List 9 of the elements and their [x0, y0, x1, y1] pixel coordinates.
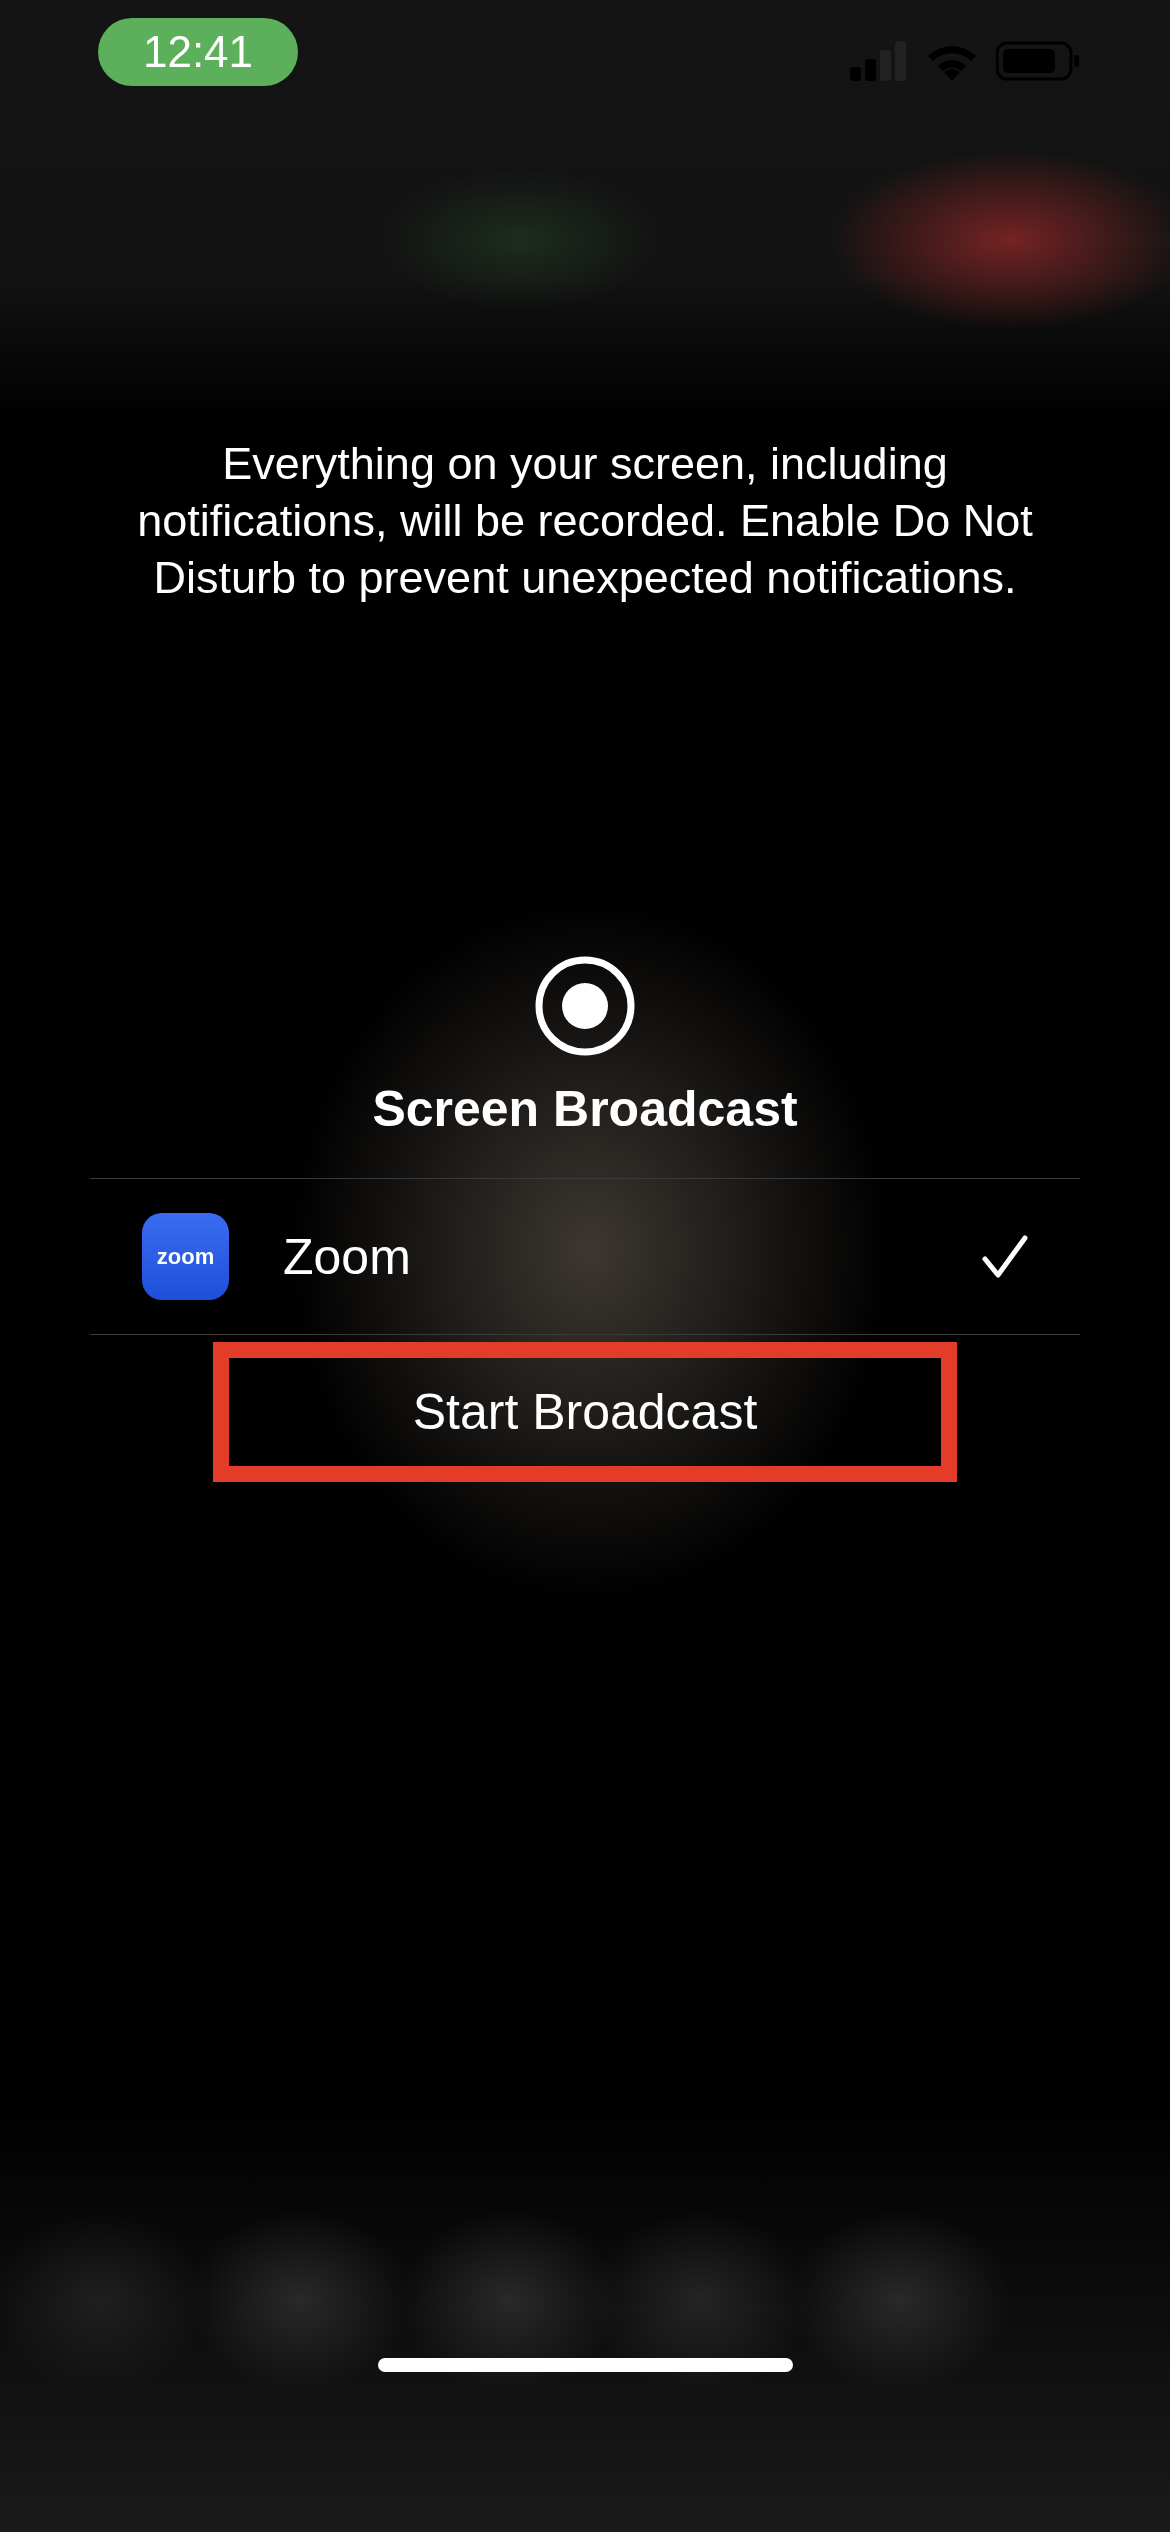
app-option[interactable]: zoom Zoom [90, 1179, 1080, 1334]
time-pill: 12:41 [98, 18, 298, 86]
record-icon [535, 956, 635, 1056]
app-icon: zoom [142, 1213, 229, 1300]
start-broadcast-button[interactable]: Start Broadcast [229, 1358, 941, 1466]
app-name: Zoom [283, 1227, 412, 1286]
sheet-title: Screen Broadcast [372, 1080, 798, 1138]
recording-notice: Everything on your screen, including notifications, will be recorded. Enable Do Not Disturb to prevent unexpected notifications. [136, 437, 1034, 605]
signal-icon [850, 41, 908, 81]
